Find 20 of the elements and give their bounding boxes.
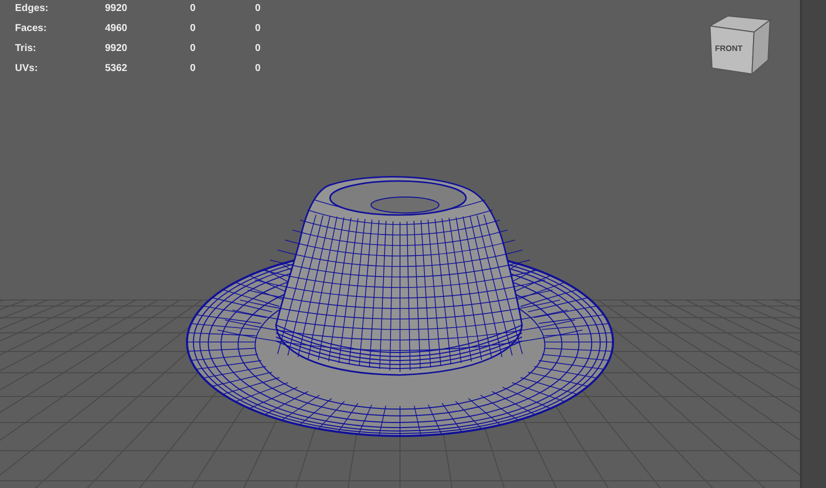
stat-label: Edges:	[15, 2, 50, 16]
hat-mesh-drawing[interactable]	[186, 176, 614, 437]
view-cube-label[interactable]: FRONT	[715, 44, 743, 54]
stat-value: 0	[190, 42, 197, 56]
stat-value: 9920	[105, 2, 128, 16]
viewport[interactable]: Edges: 9920 0 0 Faces: 4960 0 0 Tris: 9920 0 0 UVs: 5362 0 0 FRONT	[0, 0, 800, 488]
stat-value: 9920	[105, 42, 128, 56]
stat-label: UVs:	[15, 62, 39, 76]
view-cube-icon[interactable]	[708, 14, 772, 76]
stat-label: Tris:	[15, 42, 38, 56]
stat-value: 0	[190, 2, 197, 16]
stat-value: 0	[190, 22, 197, 36]
stat-value: 4960	[105, 22, 128, 36]
stat-value: 0	[255, 62, 262, 76]
stat-label: Faces:	[15, 22, 48, 36]
stat-value: 0	[255, 2, 262, 16]
stat-value: 0	[255, 22, 262, 36]
stat-value: 0	[190, 62, 197, 76]
stat-value: 5362	[105, 62, 128, 76]
stat-value: 0	[255, 42, 262, 56]
